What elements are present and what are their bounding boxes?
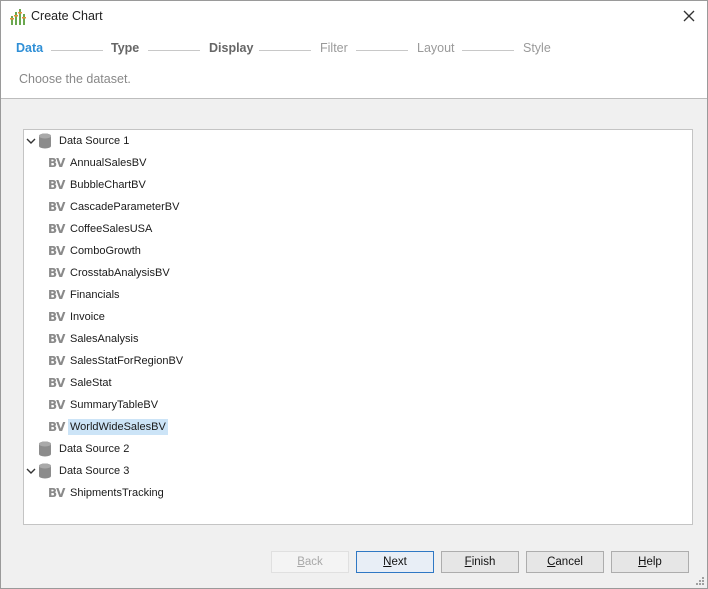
tree-item-label: CrosstabAnalysisBV: [70, 267, 170, 279]
database-icon: [39, 133, 51, 149]
wizard-header: Data Type Display Filter Layout Style Ch…: [1, 33, 707, 99]
button-label: ancel: [555, 556, 583, 568]
business-view-icon: BV: [48, 156, 65, 170]
resize-grip-icon[interactable]: [695, 576, 705, 586]
business-view-icon: BV: [48, 244, 65, 258]
database-icon: [39, 463, 51, 479]
button-label: ext: [391, 556, 407, 568]
business-view-icon: BV: [48, 266, 65, 280]
tree-item-label: ComboGrowth: [70, 245, 141, 257]
button-label: elp: [646, 556, 662, 568]
close-button[interactable]: [677, 5, 701, 27]
button-accel: B: [297, 556, 305, 568]
tree-item-label: Invoice: [70, 311, 105, 323]
step-type[interactable]: Type: [111, 41, 139, 55]
step-connector: [356, 50, 408, 51]
tree-item[interactable]: BV AnnualSalesBV: [48, 153, 148, 173]
step-layout: Layout: [417, 41, 455, 55]
business-view-icon: BV: [48, 332, 65, 346]
tree-item-label: Financials: [70, 289, 120, 301]
tree-item[interactable]: BV ShipmentsTracking: [48, 483, 166, 503]
button-accel: F: [464, 556, 472, 568]
business-view-icon: BV: [48, 354, 65, 368]
next-button[interactable]: Next: [356, 551, 434, 573]
tree-item[interactable]: BV SummaryTableBV: [48, 395, 160, 415]
button-label: inish: [471, 556, 496, 568]
button-accel: H: [638, 556, 647, 568]
tree-item-label: BubbleChartBV: [70, 179, 146, 191]
business-view-icon: BV: [48, 310, 65, 324]
window-title: Create Chart: [31, 9, 103, 23]
button-accel: C: [547, 556, 556, 568]
tree-item-label: SummaryTableBV: [70, 399, 159, 411]
wizard-steps: Data Type Display Filter Layout Style: [1, 41, 707, 59]
tree-item[interactable]: BV BubbleChartBV: [48, 175, 148, 195]
create-chart-dialog: Create Chart Data Type Display Filter La…: [0, 0, 708, 589]
tree-item[interactable]: BV SaleStat: [48, 373, 114, 393]
tree-item-label: WorldWideSalesBV: [68, 419, 168, 435]
tree-item[interactable]: BV ComboGrowth: [48, 241, 143, 261]
business-view-icon: BV: [48, 420, 65, 434]
tree-item-label: SalesStatForRegionBV: [70, 355, 184, 367]
chevron-down-icon[interactable]: [26, 136, 36, 146]
tree-item[interactable]: BV Financials: [48, 285, 122, 305]
tree-node-data-source-1[interactable]: Data Source 1: [26, 131, 131, 151]
business-view-icon: BV: [48, 486, 65, 500]
tree-node-label: Data Source 3: [59, 465, 130, 477]
tree-item-label: SalesAnalysis: [70, 333, 139, 345]
button-label: ack: [304, 556, 323, 568]
step-connector: [259, 50, 311, 51]
step-style: Style: [523, 41, 551, 55]
help-button[interactable]: Help: [611, 551, 689, 573]
back-button[interactable]: Back: [271, 551, 349, 573]
chevron-down-icon[interactable]: [26, 466, 36, 476]
business-view-icon: BV: [48, 200, 65, 214]
step-connector: [462, 50, 514, 51]
business-view-icon: BV: [48, 398, 65, 412]
step-connector: [148, 50, 200, 51]
database-icon: [39, 441, 51, 457]
tree-item[interactable]: BV CoffeeSalesUSA: [48, 219, 154, 239]
button-accel: N: [383, 556, 392, 568]
business-view-icon: BV: [48, 178, 65, 192]
tree-item[interactable]: BV Invoice: [48, 307, 107, 327]
tree-item-label: ShipmentsTracking: [70, 487, 164, 499]
tree-node-label: Data Source 2: [59, 443, 130, 455]
business-view-icon: BV: [48, 288, 65, 302]
business-view-icon: BV: [48, 376, 65, 390]
tree-node-data-source-3[interactable]: Data Source 3: [26, 461, 131, 481]
title-bar: Create Chart: [1, 1, 707, 33]
tree-item[interactable]: BV SalesStatForRegionBV: [48, 351, 185, 371]
tree-item-label: CascadeParameterBV: [70, 201, 180, 213]
page-subtitle: Choose the dataset.: [19, 72, 131, 86]
tree-item-label: CoffeeSalesUSA: [70, 223, 153, 235]
step-display[interactable]: Display: [209, 41, 253, 55]
tree-item-label: SaleStat: [70, 377, 112, 389]
step-data[interactable]: Data: [16, 41, 43, 55]
tree-item[interactable]: BV CrosstabAnalysisBV: [48, 263, 172, 283]
cancel-button[interactable]: Cancel: [526, 551, 604, 573]
tree-node-label: Data Source 1: [59, 135, 130, 147]
dataset-tree[interactable]: Data Source 1 BV AnnualSalesBV BV BubbleCh…: [23, 129, 693, 525]
chart-icon: [10, 9, 26, 25]
close-icon: [683, 10, 695, 22]
tree-item[interactable]: BV CascadeParameterBV: [48, 197, 181, 217]
tree-node-data-source-2[interactable]: Data Source 2: [38, 439, 131, 459]
tree-item-selected[interactable]: BV WorldWideSalesBV: [48, 417, 168, 437]
business-view-icon: BV: [48, 222, 65, 236]
finish-button[interactable]: Finish: [441, 551, 519, 573]
step-filter: Filter: [320, 41, 348, 55]
step-connector: [51, 50, 103, 51]
tree-item[interactable]: BV SalesAnalysis: [48, 329, 140, 349]
tree-item-label: AnnualSalesBV: [70, 157, 147, 169]
